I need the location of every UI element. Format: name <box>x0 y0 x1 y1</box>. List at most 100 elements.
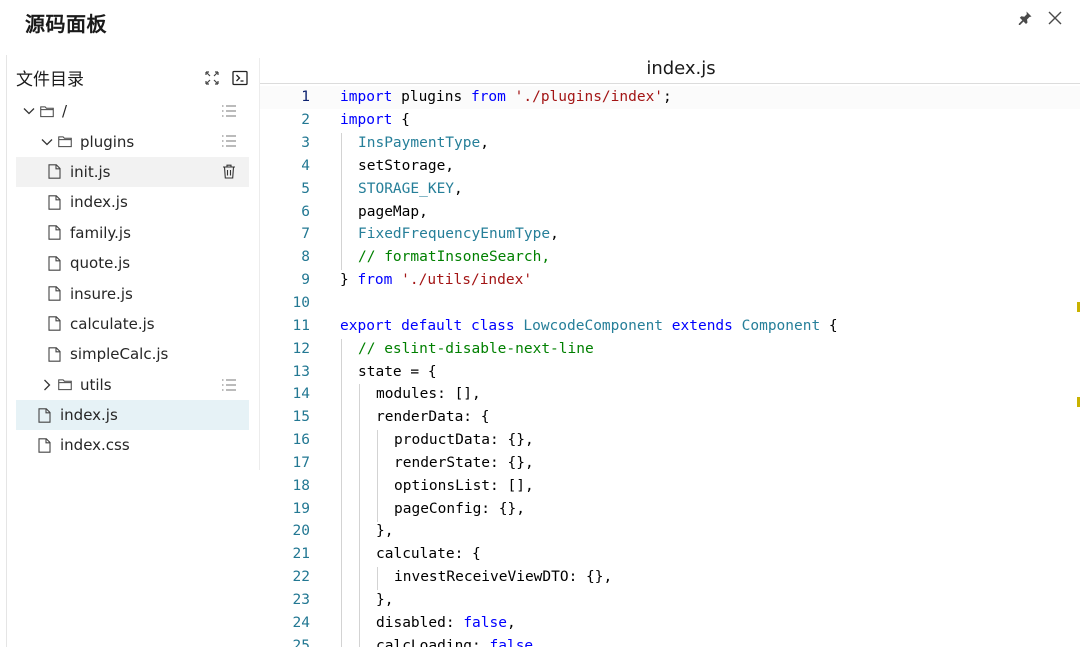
line-number: 2 <box>301 112 310 129</box>
indent-guide <box>359 544 360 568</box>
code-line[interactable]: 18 optionsList: [], <box>260 474 1080 499</box>
indent-guide <box>341 247 342 271</box>
code-line[interactable]: 25 calcLoading: false, <box>260 634 1080 647</box>
editor-tab-underline <box>260 83 1080 84</box>
tree-file-family-js[interactable]: family.js <box>16 218 249 248</box>
code-line[interactable]: 8 // formatInsoneSearch, <box>260 246 1080 271</box>
code-line[interactable]: 11 export default class LowcodeComponent … <box>260 314 1080 337</box>
code-area[interactable]: 1 import plugins from './plugins/index'; 2… <box>260 86 1080 647</box>
file-explorer: 文件目录 / plugins init.js index.js family.js quo… <box>16 58 249 461</box>
code-line[interactable]: 19 pageConfig: {}, <box>260 497 1080 522</box>
code-token: FixedFrequencyEnumType <box>358 226 551 243</box>
file-explorer-header: 文件目录 <box>16 58 249 96</box>
line-number: 3 <box>301 135 310 152</box>
code-text: renderData: { <box>340 407 1080 431</box>
tree-file-simpleCalc-js[interactable]: simpleCalc.js <box>16 339 249 369</box>
code-token: false <box>463 614 507 631</box>
code-text: // formatInsoneSearch, <box>340 247 1080 271</box>
code-token: renderState: {}, <box>394 454 534 471</box>
indent-guide <box>359 612 360 636</box>
code-line[interactable]: 23}, <box>260 589 1080 613</box>
code-token: , <box>533 637 542 647</box>
file-icon <box>48 316 62 332</box>
line-number: 14 <box>292 386 310 403</box>
code-line[interactable]: 9} from './utils/index' <box>260 269 1080 292</box>
indent-guide <box>341 430 342 454</box>
tree-file-insure-js[interactable]: insure.js <box>16 278 249 308</box>
indent-guide <box>341 635 342 647</box>
indent-guide <box>341 589 342 613</box>
expand-arrows-icon[interactable] <box>203 69 221 87</box>
code-line[interactable]: 3 InsPaymentType, <box>260 132 1080 157</box>
chevron-right-icon[interactable] <box>40 378 54 392</box>
code-line[interactable]: 22 investReceiveViewDTO: {}, <box>260 566 1080 591</box>
terminal-icon[interactable] <box>231 69 249 87</box>
tree-folder-[interactable]: / <box>16 96 249 126</box>
tree-folder-plugins[interactable]: plugins <box>16 126 249 156</box>
indent-guide <box>341 452 342 476</box>
trash-icon[interactable] <box>221 164 237 180</box>
tree-file-init-js[interactable]: init.js <box>16 156 249 188</box>
tree-file-index-js[interactable]: index.js <box>16 399 249 431</box>
code-line[interactable]: 16 productData: {}, <box>260 429 1080 454</box>
code-line[interactable]: 12 // eslint-disable-next-line <box>260 337 1080 362</box>
tree-item-label: insure.js <box>70 284 133 303</box>
code-line[interactable]: 4 setStorage, <box>260 155 1080 179</box>
chevron-down-icon[interactable] <box>40 135 54 149</box>
indent-guide <box>341 338 342 362</box>
code-token: plugins <box>392 89 471 106</box>
tree-file-calculate-js[interactable]: calculate.js <box>16 309 249 339</box>
code-line[interactable]: 1 import plugins from './plugins/index'; <box>260 86 1080 109</box>
code-text: import plugins from './plugins/index'; <box>340 89 1080 105</box>
code-line[interactable]: 5 STORAGE_KEY, <box>260 177 1080 202</box>
list-menu-icon[interactable] <box>221 133 237 149</box>
code-line[interactable]: 6 pageMap, <box>260 200 1080 225</box>
code-text: }, <box>340 589 1080 613</box>
code-line[interactable]: 13 state = { <box>260 360 1080 385</box>
tree-file-index-js[interactable]: index.js <box>16 187 249 217</box>
code-line[interactable]: 21 calculate: { <box>260 543 1080 568</box>
code-token: class <box>470 317 515 334</box>
indent-guide <box>359 521 360 545</box>
close-icon[interactable] <box>1046 8 1064 28</box>
code-token: // eslint-disable-next-line <box>358 340 594 357</box>
list-menu-icon[interactable] <box>221 103 237 119</box>
indent-guide <box>341 407 342 431</box>
code-token: calculate: { <box>376 546 481 563</box>
panel-left-border <box>6 55 7 647</box>
tree-item-label: family.js <box>70 223 131 242</box>
code-token: InsPaymentType <box>358 135 481 152</box>
line-number: 6 <box>301 203 310 220</box>
tree-item-label: index.css <box>60 436 130 455</box>
code-line[interactable]: 7 FixedFrequencyEnumType, <box>260 223 1080 248</box>
code-token: STORAGE_KEY <box>358 180 455 197</box>
code-token: modules: [], <box>376 386 481 403</box>
code-line[interactable]: 24 disabled: false, <box>260 611 1080 636</box>
tree-file-quote-js[interactable]: quote.js <box>16 248 249 278</box>
indent-guide <box>359 567 360 591</box>
line-number: 9 <box>301 272 310 289</box>
code-line[interactable]: 14 modules: [], <box>260 383 1080 408</box>
folder-icon <box>40 103 54 119</box>
pin-icon[interactable] <box>1016 8 1034 28</box>
code-token: disabled: <box>376 614 464 631</box>
code-line[interactable]: 2 import { <box>260 109 1080 132</box>
list-menu-icon[interactable] <box>221 377 237 393</box>
code-line[interactable]: 20}, <box>260 520 1080 545</box>
chevron-down-icon[interactable] <box>22 104 36 118</box>
line-number: 15 <box>292 409 310 426</box>
code-line[interactable]: 17 renderState: {}, <box>260 452 1080 476</box>
header-actions <box>1016 8 1064 28</box>
code-token: from <box>357 272 393 289</box>
indent-guide <box>359 407 360 431</box>
code-token: export <box>340 317 393 334</box>
tree-file-index-css[interactable]: index.css <box>16 430 249 460</box>
code-line[interactable]: 10 <box>260 292 1080 315</box>
code-text: // eslint-disable-next-line <box>340 338 1080 362</box>
code-line[interactable]: 15 renderData: { <box>260 406 1080 431</box>
tree-folder-utils[interactable]: utils <box>16 370 249 400</box>
code-token: default <box>401 317 463 334</box>
code-text: setStorage, <box>340 155 1080 179</box>
